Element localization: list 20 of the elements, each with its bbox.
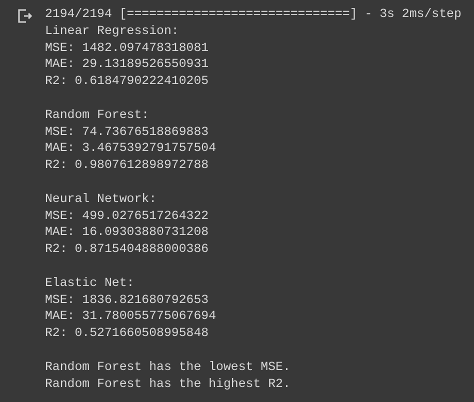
output-line: Random Forest has the lowest MSE. — [45, 358, 292, 376]
output-line: MAE: 29.13189526550931 — [45, 56, 210, 74]
output-line: MSE: 1836.821680792653 — [45, 292, 210, 308]
output-line: MAE: 3.4675392791757504 — [45, 140, 218, 158]
output-line: R2: 0.6184790222410205 — [45, 73, 210, 90]
output-line: MSE: 74.73676518869883 — [45, 124, 210, 140]
output-icon[interactable] — [17, 8, 33, 24]
output-line: 2194/2194 [==============================] - 3s 2ms/step — [45, 6, 462, 23]
output-line: Linear Regression: — [45, 22, 180, 40]
output-line: R2: 0.9807612898972788 — [45, 157, 210, 174]
output-line: R2: 0.5271660508995848 — [45, 325, 210, 342]
output-line: Random Forest: — [45, 106, 150, 124]
output-line: MSE: 1482.097478318081 — [45, 40, 210, 56]
output-line: Random Forest has the highest R2. — [45, 376, 292, 392]
output-line: MAE: 31.780055775067694 — [45, 308, 218, 326]
output-line: Elastic Net: — [45, 274, 136, 292]
output-line: Neural Network: — [45, 190, 158, 208]
output-line: MAE: 16.09303880731208 — [45, 224, 210, 242]
output-line: R2: 0.8715404888000386 — [45, 241, 210, 258]
output-line: MSE: 499.0276517264322 — [45, 208, 210, 224]
